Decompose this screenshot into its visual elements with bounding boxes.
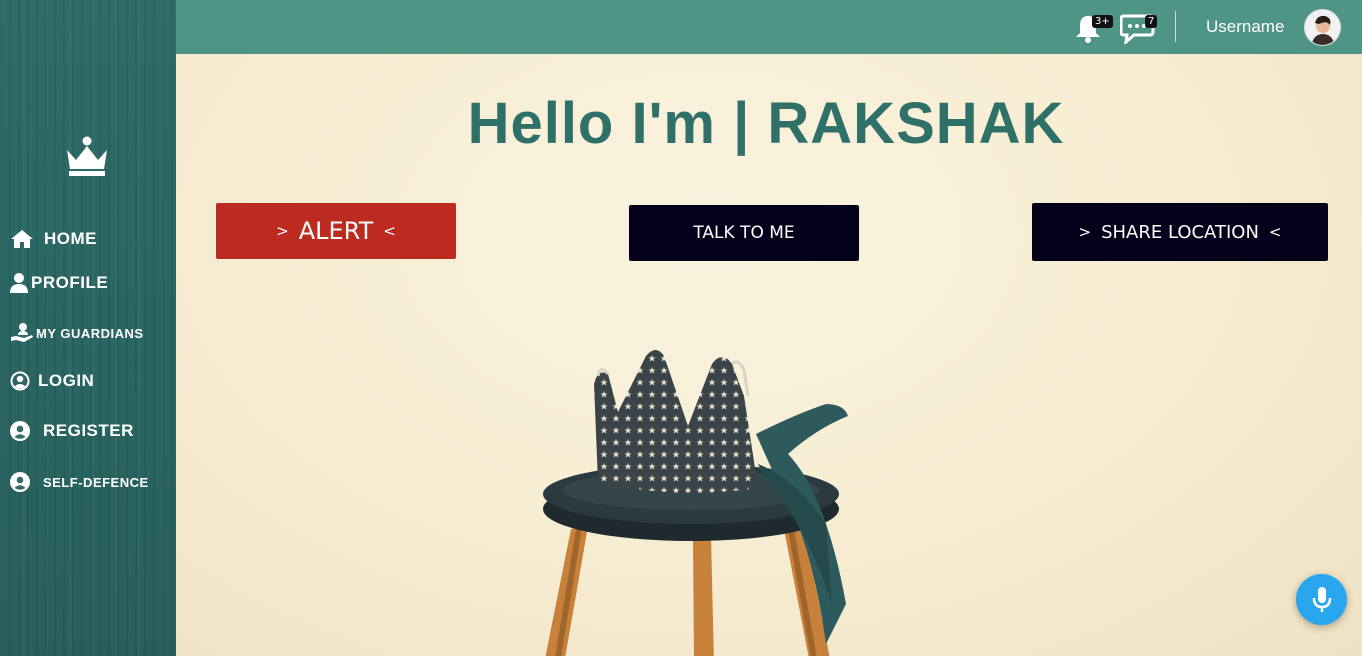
username-label[interactable]: Username xyxy=(1206,17,1284,37)
alert-button[interactable]: > ALERT < xyxy=(216,203,456,259)
user-circle-icon xyxy=(10,421,30,441)
talk-button-label: TALK TO ME xyxy=(693,223,795,243)
sidebar-item-label: LOGIN xyxy=(38,371,95,390)
notifications-button[interactable]: 3+ xyxy=(1074,13,1113,43)
alert-button-label: ALERT xyxy=(298,217,374,245)
user-circle-icon xyxy=(10,472,30,492)
home-icon xyxy=(11,230,33,248)
sidebar-item-my-guardians[interactable]: MY GUARDIANS xyxy=(10,322,144,344)
chevron-right-icon: > xyxy=(1078,223,1092,241)
crown-stool-image xyxy=(543,350,848,656)
crown-icon[interactable] xyxy=(64,134,110,180)
sidebar: HOME PROFILE MY GUARDIANS LOGIN REGISTER… xyxy=(0,0,176,656)
page-title: Hello I'm | RAKSHAK xyxy=(467,91,1065,156)
chevron-left-icon: < xyxy=(383,222,396,240)
notifications-badge: 3+ xyxy=(1092,15,1113,28)
sidebar-item-login[interactable]: LOGIN xyxy=(10,371,94,391)
share-location-button[interactable]: > SHARE LOCATION < xyxy=(1032,203,1328,261)
topbar-divider xyxy=(1175,11,1176,42)
user-circle-icon xyxy=(10,371,30,391)
sidebar-item-self-defence[interactable]: SELF-DEFENCE xyxy=(10,472,149,492)
avatar[interactable] xyxy=(1304,9,1341,46)
main-content: Hello I'm | RAKSHAK > ALERT < TALK TO ME… xyxy=(176,54,1362,656)
messages-button[interactable]: 7 xyxy=(1119,12,1158,46)
messages-badge: 7 xyxy=(1145,15,1158,28)
sidebar-item-home[interactable]: HOME xyxy=(10,229,97,249)
share-button-label: SHARE LOCATION xyxy=(1101,221,1259,243)
sidebar-item-label: PROFILE xyxy=(31,273,109,292)
user-icon xyxy=(10,273,28,293)
talk-to-me-button[interactable]: TALK TO ME xyxy=(629,205,859,261)
sidebar-item-register[interactable]: REGISTER xyxy=(10,421,134,441)
sidebar-item-label: HOME xyxy=(44,229,97,248)
sidebar-item-label: SELF-DEFENCE xyxy=(43,474,149,490)
top-bar: 3+ 7 Username xyxy=(176,0,1362,54)
sidebar-item-label: MY GUARDIANS xyxy=(36,325,144,341)
sidebar-item-profile[interactable]: PROFILE xyxy=(10,272,108,294)
sidebar-item-label: REGISTER xyxy=(43,421,134,440)
microphone-button[interactable] xyxy=(1296,574,1347,625)
chevron-left-icon: < xyxy=(1268,223,1282,241)
chevron-right-icon: > xyxy=(276,222,289,240)
hand-user-icon xyxy=(11,323,33,342)
microphone-icon xyxy=(1312,586,1331,612)
